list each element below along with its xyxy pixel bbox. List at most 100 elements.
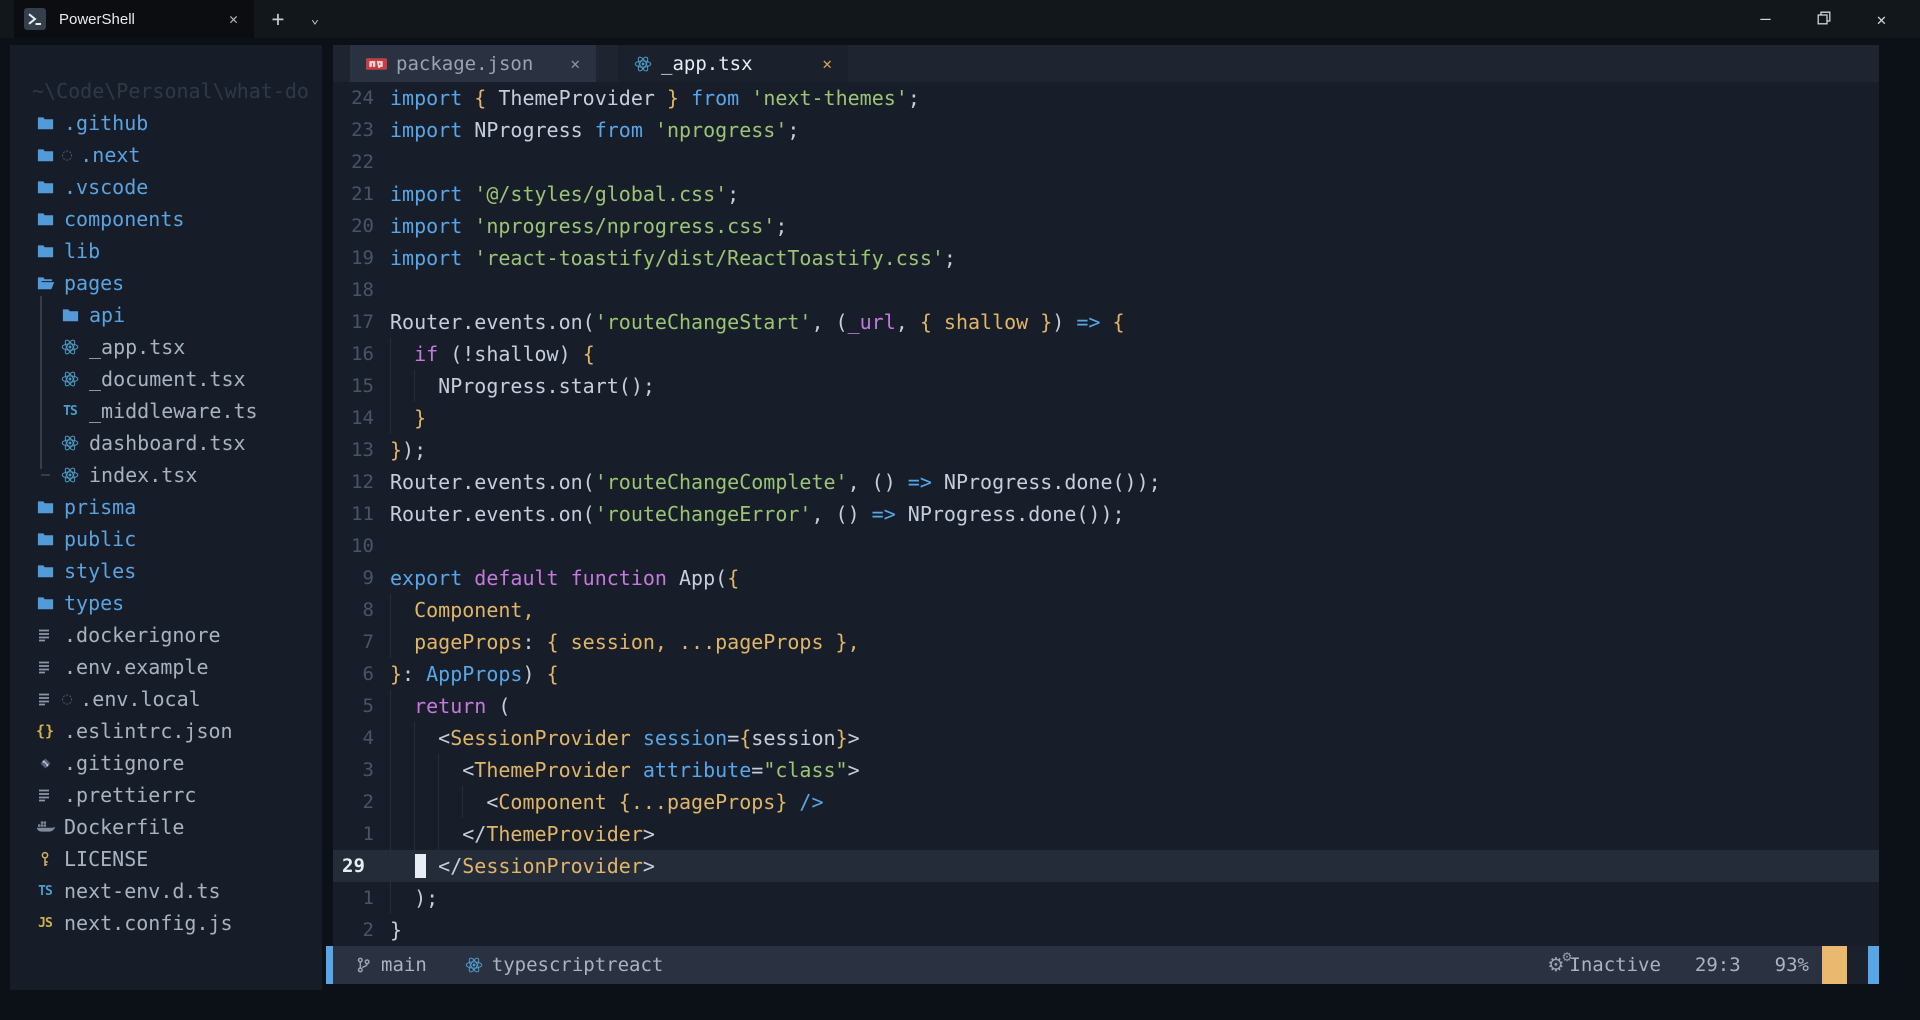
code-line[interactable]: 23import NProgress from 'nprogress'; bbox=[333, 114, 1879, 146]
code-line[interactable]: 1 ); bbox=[333, 882, 1879, 914]
tree-item-label: _app.tsx bbox=[89, 335, 185, 359]
tree-item-LICENSE[interactable]: LICENSE bbox=[10, 843, 322, 875]
tree-item-api[interactable]: api bbox=[10, 299, 322, 331]
file-tree: ~\Code\Personal\what-do .github◌.next.vs… bbox=[10, 45, 322, 990]
tree-item-.vscode[interactable]: .vscode bbox=[10, 171, 322, 203]
minimize-button[interactable]: — bbox=[1742, 0, 1789, 38]
tree-item-label: .eslintrc.json bbox=[64, 719, 233, 743]
maximize-button[interactable] bbox=[1800, 0, 1847, 38]
code-line[interactable]: 7 pageProps: { session, ...pageProps }, bbox=[333, 626, 1879, 658]
lsp-status: Inactive bbox=[1569, 954, 1661, 976]
tree-item-.github[interactable]: .github bbox=[10, 107, 322, 139]
tree-item-_app.tsx[interactable]: _app.tsx bbox=[10, 331, 322, 363]
tree-item-index.tsx[interactable]: index.tsx bbox=[10, 459, 322, 491]
tree-item-.next[interactable]: ◌.next bbox=[10, 139, 322, 171]
npm-icon bbox=[366, 58, 387, 70]
tab-app-tsx[interactable]: _app.tsx ✕ bbox=[618, 45, 848, 82]
line-number: 12 bbox=[333, 466, 386, 498]
tree-item-_middleware.ts[interactable]: TS_middleware.ts bbox=[10, 395, 322, 427]
tab-label: _app.tsx bbox=[661, 53, 812, 75]
tree-item-label: LICENSE bbox=[64, 847, 148, 871]
indent-guide bbox=[390, 850, 391, 882]
code-line[interactable]: 12Router.events.on('routeChangeComplete'… bbox=[333, 466, 1879, 498]
code-line[interactable]: 13}); bbox=[333, 434, 1879, 466]
line-number: 22 bbox=[333, 146, 386, 178]
tree-item-styles[interactable]: styles bbox=[10, 555, 322, 587]
line-number: 15 bbox=[333, 370, 386, 402]
code-line[interactable]: 16 if (!shallow) { bbox=[333, 338, 1879, 370]
tree-item-_document.tsx[interactable]: _document.tsx bbox=[10, 363, 322, 395]
indent-guide bbox=[390, 690, 391, 722]
code-line[interactable]: 29 </SessionProvider> bbox=[333, 850, 1879, 882]
tree-item-next.config.js[interactable]: JSnext.config.js bbox=[10, 907, 322, 939]
tree-item-Dockerfile[interactable]: Dockerfile bbox=[10, 811, 322, 843]
tab-close-icon[interactable]: ✕ bbox=[223, 10, 244, 28]
tree-item-dashboard.tsx[interactable]: dashboard.tsx bbox=[10, 427, 322, 459]
code-line[interactable]: 6}: AppProps) { bbox=[333, 658, 1879, 690]
code-text: </SessionProvider> bbox=[390, 850, 1879, 882]
code-line[interactable]: 17Router.events.on('routeChangeStart', (… bbox=[333, 306, 1879, 338]
code-line[interactable]: 3 <ThemeProvider attribute="class"> bbox=[333, 754, 1879, 786]
tree-item-.prettierrc[interactable]: .prettierrc bbox=[10, 779, 322, 811]
new-tab-button[interactable]: + bbox=[260, 0, 296, 38]
tree-item-.eslintrc.json[interactable]: {}.eslintrc.json bbox=[10, 715, 322, 747]
tree-item-label: _middleware.ts bbox=[89, 399, 258, 423]
tree-item-public[interactable]: public bbox=[10, 523, 322, 555]
line-number: 2 bbox=[333, 914, 386, 946]
tree-item-.gitignore[interactable]: .gitignore bbox=[10, 747, 322, 779]
code-line[interactable]: 10 bbox=[333, 530, 1879, 562]
ts-icon: TS bbox=[35, 881, 55, 901]
tree-item-prisma[interactable]: prisma bbox=[10, 491, 322, 523]
line-number: 9 bbox=[333, 562, 386, 594]
tree-item-.dockerignore[interactable]: .dockerignore bbox=[10, 619, 322, 651]
tree-item-label: styles bbox=[64, 559, 136, 583]
tab-close-icon[interactable]: ✕ bbox=[812, 54, 832, 73]
line-number: 3 bbox=[333, 754, 386, 786]
code-line[interactable]: 2 <Component {...pageProps} /> bbox=[333, 786, 1879, 818]
code-line[interactable]: 22 bbox=[333, 146, 1879, 178]
powershell-tab[interactable]: PowerShell ✕ bbox=[14, 0, 254, 38]
tree-item-.env.local[interactable]: ◌.env.local bbox=[10, 683, 322, 715]
code-line[interactable]: 2} bbox=[333, 914, 1879, 946]
code-text: import 'react-toastify/dist/ReactToastif… bbox=[390, 242, 1879, 274]
tab-package-json[interactable]: package.json ✕ bbox=[350, 45, 596, 82]
folder-icon bbox=[35, 113, 55, 133]
code-line[interactable]: 11Router.events.on('routeChangeError', (… bbox=[333, 498, 1879, 530]
code-line[interactable]: 1 </ThemeProvider> bbox=[333, 818, 1879, 850]
tab-close-icon[interactable]: ✕ bbox=[560, 54, 580, 73]
code-line[interactable]: 4 <SessionProvider session={session}> bbox=[333, 722, 1879, 754]
chevron-down-icon: ⌄ bbox=[311, 11, 319, 27]
indent-guide bbox=[390, 882, 391, 914]
tab-bar: package.json ✕ _app.tsx ✕ bbox=[333, 45, 1879, 82]
code-line[interactable]: 21import '@/styles/global.css'; bbox=[333, 178, 1879, 210]
folder-open-icon bbox=[35, 273, 55, 293]
code-text: import NProgress from 'nprogress'; bbox=[390, 114, 1879, 146]
filetype: typescriptreact bbox=[492, 954, 664, 976]
tree-item-next-env.d.ts[interactable]: TSnext-env.d.ts bbox=[10, 875, 322, 907]
code-line[interactable]: 9export default function App({ bbox=[333, 562, 1879, 594]
indent-guide bbox=[414, 754, 415, 786]
tree-item-pages[interactable]: pages bbox=[10, 267, 322, 299]
code-line[interactable]: 8 Component, bbox=[333, 594, 1879, 626]
close-button[interactable]: ✕ bbox=[1858, 0, 1905, 38]
code-line[interactable]: 14 } bbox=[333, 402, 1879, 434]
tab-dropdown-button[interactable]: ⌄ bbox=[298, 0, 332, 38]
code-line[interactable]: 15 NProgress.start(); bbox=[333, 370, 1879, 402]
tree-item-types[interactable]: types bbox=[10, 587, 322, 619]
indent-guide bbox=[414, 818, 415, 850]
code-text: } bbox=[390, 402, 1879, 434]
folder-icon bbox=[35, 145, 55, 165]
ignored-icon: ◌ bbox=[62, 145, 72, 165]
tree-item-.env.example[interactable]: .env.example bbox=[10, 651, 322, 683]
tree-item-components[interactable]: components bbox=[10, 203, 322, 235]
code-line[interactable]: 19import 'react-toastify/dist/ReactToast… bbox=[333, 242, 1879, 274]
line-number: 1 bbox=[333, 818, 386, 850]
code-line[interactable]: 20import 'nprogress/nprogress.css'; bbox=[333, 210, 1879, 242]
code-line[interactable]: 5 return ( bbox=[333, 690, 1879, 722]
code-line[interactable]: 24import { ThemeProvider } from 'next-th… bbox=[333, 82, 1879, 114]
code-line[interactable]: 18 bbox=[333, 274, 1879, 306]
git-branch: main bbox=[381, 954, 427, 976]
react-icon bbox=[60, 337, 80, 357]
progress-block bbox=[1822, 946, 1847, 984]
tree-item-lib[interactable]: lib bbox=[10, 235, 322, 267]
